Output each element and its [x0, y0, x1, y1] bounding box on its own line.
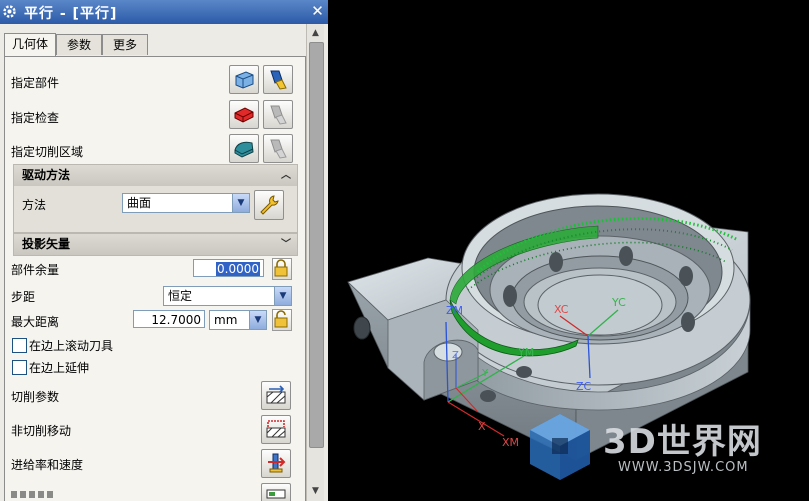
display-check-button[interactable] — [263, 100, 293, 129]
tab-content: 指定部件 指定检查 指定切削区域 驱动方法 ︿ 方法 曲面 ▼ 投影矢量 ﹀ 部… — [4, 56, 306, 501]
dialog-titlebar: 平行 - [平行] ✕ — [0, 0, 328, 24]
part-stock-lock-button[interactable] — [272, 258, 292, 280]
part-stock-value: 0.0000 — [216, 262, 260, 276]
stepover-select-value: 恒定 — [168, 289, 193, 303]
specify-cut-area-label: 指定切削区域 — [11, 145, 84, 159]
axis-label-z: Z — [452, 350, 459, 361]
stepover-select[interactable]: 恒定 ▼ — [163, 286, 292, 306]
dropdown-arrow-icon: ▼ — [232, 194, 249, 212]
feeds-speeds-icon — [268, 453, 286, 473]
3d-graphics-viewport[interactable]: ZM YM XC YC Z Y ZC X XM 3D世界网 WWW.3DSJW.… — [328, 0, 809, 501]
vertical-scrollbar[interactable]: ▲ ▼ — [306, 24, 324, 501]
max-distance-value: 12.7000 — [151, 313, 201, 327]
chevron-down-icon[interactable]: ﹀ — [279, 234, 293, 255]
non-cutting-moves-button[interactable] — [261, 415, 291, 444]
axis-label-ym: YM — [518, 346, 535, 359]
cutoff-button-icon — [266, 489, 286, 499]
operation-dialog: 平行 - [平行] ✕ 几何体 参数 更多 指定部件 指定检查 指定切削区域 驱… — [0, 0, 328, 501]
max-distance-label: 最大距离 — [11, 315, 60, 329]
watermark-cube-logo — [530, 414, 590, 480]
select-check-button[interactable] — [229, 100, 259, 129]
close-button[interactable]: ✕ — [310, 4, 325, 19]
watermark-brand: 3D世界网 — [603, 422, 762, 462]
feeds-speeds-label: 进给率和速度 — [11, 458, 84, 472]
cut-area-icon — [234, 141, 254, 158]
method-select-value: 曲面 — [127, 196, 152, 210]
check-geometry-icon — [234, 107, 254, 123]
projection-vector-title: 投影矢量 — [22, 237, 71, 251]
axis-label-xc: XC — [554, 303, 569, 316]
tab-geometry[interactable]: 几何体 — [4, 33, 56, 56]
stepover-label: 步距 — [11, 290, 36, 304]
tab-parameters[interactable]: 参数 — [56, 34, 102, 55]
edit-drive-method-button[interactable] — [254, 190, 284, 220]
extend-at-edges-label: 在边上延伸 — [29, 361, 90, 375]
flashlight-disabled-icon — [270, 105, 287, 125]
cut-parameters-icon — [266, 385, 286, 404]
method-select[interactable]: 曲面 ▼ — [122, 193, 250, 213]
axis-label-xm: XM — [502, 436, 520, 449]
unit-select-value: mm — [214, 313, 238, 327]
axis-label-x: X — [478, 420, 486, 433]
watermark-url: WWW.3DSJW.COM — [618, 460, 749, 475]
specify-part-label: 指定部件 — [11, 76, 60, 90]
scroll-down-arrow-icon[interactable]: ▼ — [308, 484, 323, 499]
cut-parameters-button[interactable] — [261, 381, 291, 410]
specify-check-label: 指定检查 — [11, 111, 60, 125]
axis-label-y: Y — [482, 368, 489, 379]
projection-vector-header[interactable]: 投影矢量 ﹀ — [13, 233, 298, 256]
display-part-button[interactable] — [263, 65, 293, 94]
drive-method-body: 方法 曲面 ▼ — [13, 186, 298, 233]
display-cut-area-button[interactable] — [263, 134, 293, 163]
drive-method-title: 驱动方法 — [22, 168, 71, 182]
axis-label-zm: ZM — [446, 304, 464, 317]
part-stock-label: 部件余量 — [11, 263, 60, 277]
feeds-speeds-button[interactable] — [261, 449, 291, 478]
method-label: 方法 — [22, 198, 47, 212]
roll-tool-checkbox[interactable] — [12, 338, 27, 353]
dialog-title: 平行 - [平行] — [24, 6, 118, 22]
part-stock-input[interactable]: 0.0000 — [193, 259, 264, 277]
select-cut-area-button[interactable] — [229, 134, 259, 163]
axis-label-yc: YC — [612, 296, 626, 309]
part-block-icon — [235, 71, 254, 89]
flashlight-disabled-icon — [270, 139, 287, 159]
flashlight-icon — [270, 70, 287, 90]
axis-label-zc: ZC — [576, 380, 592, 393]
cut-parameters-label: 切削参数 — [11, 390, 60, 404]
gear-icon[interactable] — [1, 3, 18, 20]
select-part-button[interactable] — [229, 65, 259, 94]
scrollbar-thumb[interactable] — [309, 42, 324, 448]
extend-at-edges-checkbox[interactable] — [12, 360, 27, 375]
cutoff-next-row — [11, 488, 56, 498]
tab-more[interactable]: 更多 — [102, 34, 148, 55]
drive-method-header[interactable]: 驱动方法 ︿ — [13, 164, 298, 187]
non-cutting-moves-icon — [266, 420, 286, 438]
max-distance-input[interactable]: 12.7000 — [133, 310, 205, 328]
unit-select[interactable]: mm ▼ — [209, 310, 267, 330]
next-action-button[interactable] — [261, 483, 291, 501]
wrench-icon — [260, 195, 279, 215]
scroll-up-arrow-icon[interactable]: ▲ — [308, 26, 323, 41]
chevron-up-icon[interactable]: ︿ — [279, 165, 293, 186]
non-cutting-moves-label: 非切削移动 — [11, 424, 72, 438]
lock-icon — [274, 259, 288, 277]
roll-tool-label: 在边上滚动刀具 — [29, 339, 114, 353]
unlock-icon — [274, 310, 288, 328]
max-distance-lock-button[interactable] — [272, 309, 292, 331]
dropdown-arrow-icon: ▼ — [274, 287, 291, 305]
dropdown-arrow-icon: ▼ — [249, 311, 266, 329]
